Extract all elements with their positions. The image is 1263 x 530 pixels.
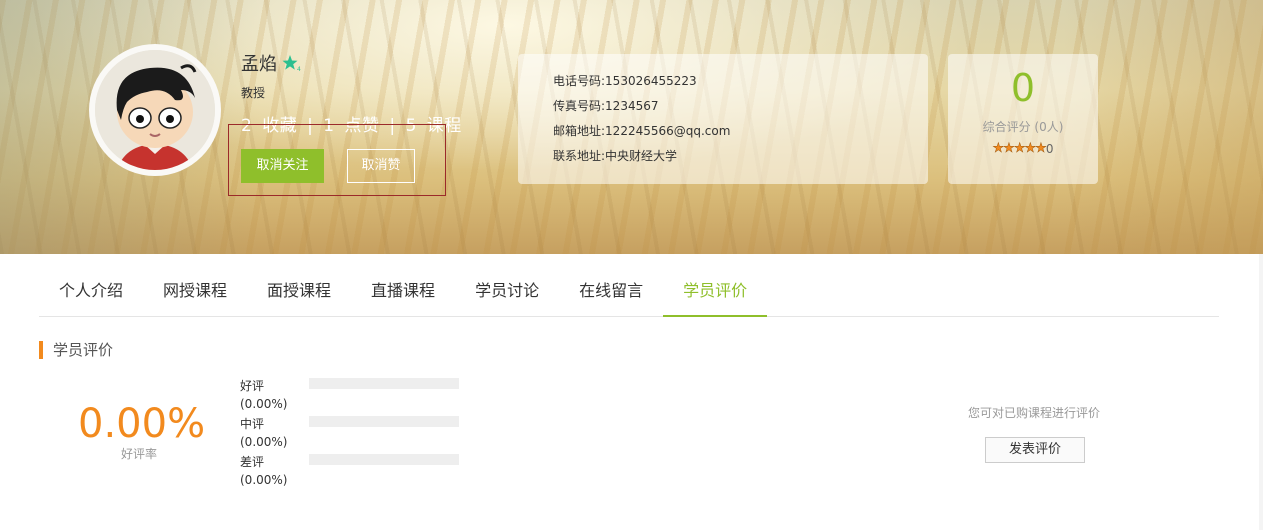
tab-intro[interactable]: 个人介绍 — [39, 266, 143, 317]
contact-fax: 传真号码:1234567 — [553, 99, 659, 113]
overall-score: 0 — [1010, 66, 1036, 110]
teacher-tabs: 个人介绍 网授课程 面授课程 直播课程 学员讨论 在线留言 学员评价 — [39, 266, 1219, 317]
post-review-button[interactable]: 发表评价 — [985, 437, 1085, 463]
bar-label-text: 中评 — [240, 417, 265, 431]
rating-stars-icon: ★★★★★ — [992, 141, 1047, 157]
tab-live-courses[interactable]: 直播课程 — [351, 266, 455, 317]
contact-address: 联系地址:中央财经大学 — [553, 149, 678, 163]
avatar-cartoon-icon — [95, 50, 215, 170]
tab-messages[interactable]: 在线留言 — [559, 266, 663, 317]
positive-rate-value: 0.00% — [78, 401, 206, 447]
positive-rate-label: 好评率 — [121, 447, 158, 461]
neutral-review-label: 中评 (0.00%) — [240, 415, 287, 451]
tab-reviews[interactable]: 学员评价 — [663, 266, 768, 317]
avatar — [89, 44, 221, 176]
teacher-banner: 孟焰 4 教授 2 收藏 | 1 点赞 | 5 课程 取消关注 取消赞 电话号码… — [0, 0, 1263, 254]
bar-label-text: 差评 — [240, 455, 265, 469]
bar-percent-text: (0.00%) — [240, 473, 288, 487]
contact-card: 电话号码:153026455223 传真号码:1234567 邮箱地址:1222… — [518, 54, 928, 184]
reviews-section-title: 学员评价 — [39, 341, 113, 359]
overall-score-label: 综合评分 (0人) — [982, 120, 1064, 134]
page-scrollbar[interactable] — [1259, 254, 1263, 530]
rating-stars-row: ★★★★★ 0 — [948, 141, 1098, 157]
positive-review-bar — [309, 378, 459, 389]
teacher-name: 孟焰 — [241, 54, 277, 75]
teacher-rank: 教授 — [241, 86, 266, 100]
bar-label-text: 好评 — [240, 379, 265, 393]
contact-phone: 电话号码:153026455223 — [553, 74, 697, 88]
rating-stars-count: 0 — [1045, 141, 1054, 156]
neutral-review-bar — [309, 416, 459, 427]
star-badge-icon: 4 — [282, 55, 301, 72]
score-card: 0 综合评分 (0人) ★★★★★ 0 — [948, 54, 1098, 184]
bar-percent-text: (0.00%) — [240, 435, 288, 449]
bar-percent-text: (0.00%) — [240, 397, 288, 411]
negative-review-bar — [309, 454, 459, 465]
review-hint: 您可对已购课程进行评价 — [968, 406, 1101, 420]
svg-text:4: 4 — [297, 66, 301, 72]
negative-review-label: 差评 (0.00%) — [240, 453, 287, 489]
unfollow-button[interactable]: 取消关注 — [241, 149, 324, 183]
tab-discussion[interactable]: 学员讨论 — [455, 266, 559, 317]
positive-review-label: 好评 (0.00%) — [240, 377, 287, 413]
tab-offline-courses[interactable]: 面授课程 — [247, 266, 351, 317]
contact-email: 邮箱地址:122245566@qq.com — [553, 124, 731, 138]
tab-online-courses[interactable]: 网授课程 — [143, 266, 247, 317]
unlike-button[interactable]: 取消赞 — [347, 149, 415, 183]
